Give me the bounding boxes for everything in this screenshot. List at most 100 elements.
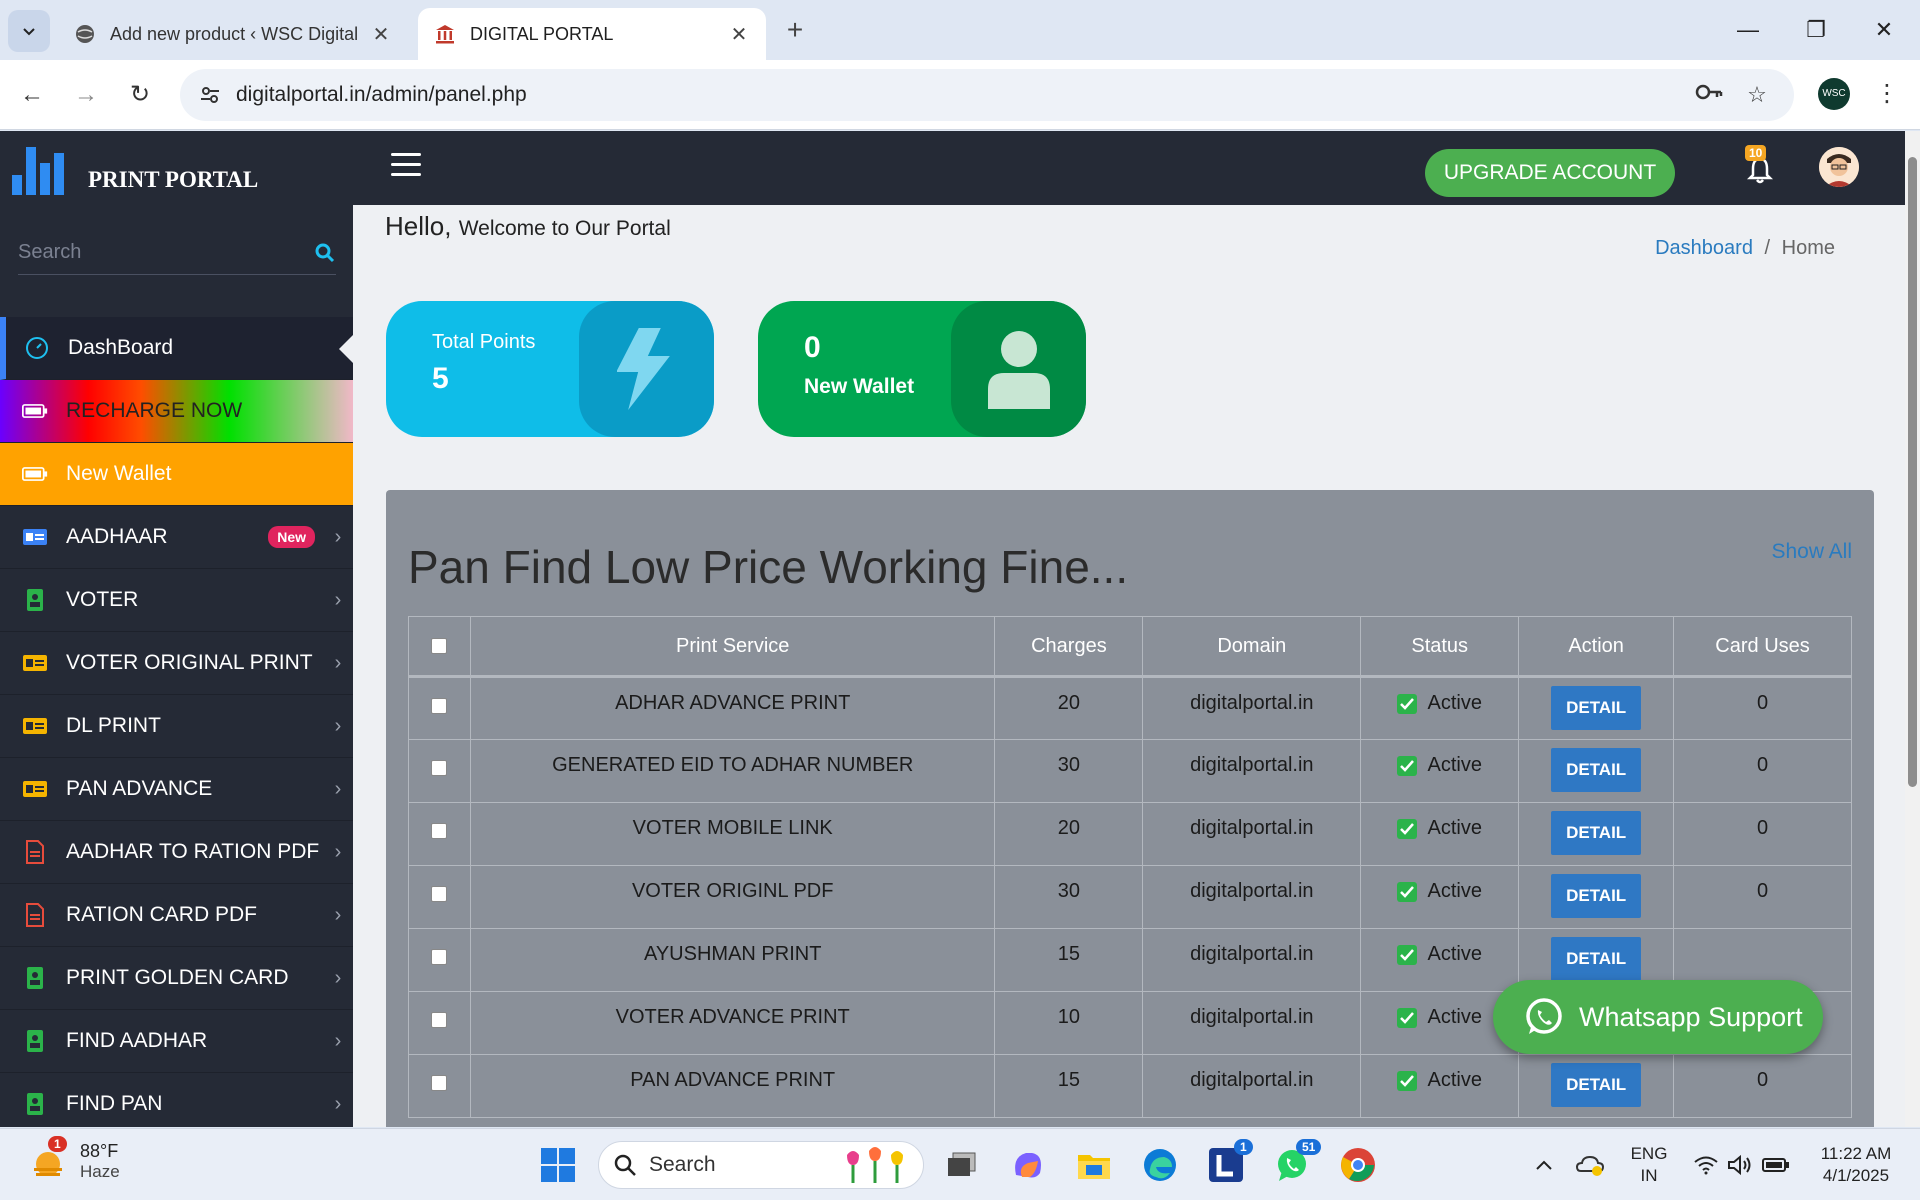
breadcrumb-dashboard-link[interactable]: Dashboard: [1655, 237, 1753, 259]
close-icon[interactable]: ✕: [728, 22, 750, 47]
new-wallet-card[interactable]: 0 New Wallet: [758, 301, 1086, 437]
close-icon[interactable]: ✕: [370, 22, 392, 47]
reload-icon[interactable]: ↻: [122, 77, 158, 113]
column-header[interactable]: Card Uses: [1673, 616, 1852, 678]
hamburger-menu-icon[interactable]: [391, 153, 421, 177]
tab-title: DIGITAL PORTAL: [470, 23, 614, 44]
sidebar-search-input[interactable]: [18, 241, 314, 264]
password-key-icon[interactable]: [1692, 78, 1726, 112]
file-explorer-icon[interactable]: [1072, 1143, 1116, 1187]
charges-cell: 15: [994, 928, 1144, 992]
column-header[interactable]: Print Service: [469, 616, 996, 678]
sidebar-item-label: DL PRINT: [66, 714, 161, 737]
detail-button[interactable]: DETAIL: [1551, 937, 1642, 981]
checkmark-icon: [1397, 755, 1418, 776]
copilot-icon[interactable]: [1006, 1143, 1050, 1187]
sidebar-item-print-golden-card[interactable]: PRINT GOLDEN CARD ›: [0, 947, 353, 1010]
bookmark-star-icon[interactable]: ☆: [1740, 78, 1774, 112]
browser-menu-icon[interactable]: ⋮: [1872, 78, 1902, 112]
edge-browser-icon[interactable]: [1138, 1143, 1182, 1187]
forward-icon[interactable]: →: [68, 77, 104, 113]
row-checkbox[interactable]: [431, 1012, 448, 1028]
detail-button[interactable]: DETAIL: [1551, 874, 1642, 918]
detail-button[interactable]: DETAIL: [1551, 811, 1642, 855]
logo[interactable]: PRINT PORTAL: [0, 131, 353, 205]
sidebar-item-aadhaar[interactable]: AADHAAR New ›: [0, 506, 353, 569]
tab-search-button[interactable]: [8, 10, 50, 52]
windows-start-icon[interactable]: [536, 1143, 580, 1187]
sidebar-item-label: New Wallet: [66, 462, 172, 485]
sidebar-item-new-wallet[interactable]: New Wallet: [0, 443, 353, 506]
row-checkbox[interactable]: [431, 949, 448, 965]
detail-button[interactable]: DETAIL: [1551, 748, 1642, 792]
domain-cell: digitalportal.in: [1142, 1054, 1362, 1118]
checkmark-icon: [1397, 818, 1418, 839]
chevron-right-icon: ›: [334, 714, 342, 737]
status-cell: Active: [1360, 1054, 1520, 1118]
taskbar-search[interactable]: Search: [598, 1141, 924, 1189]
sidebar-item-voter-original-print[interactable]: VOTER ORIGINAL PRINT ›: [0, 632, 353, 695]
sidebar-item-find-pan[interactable]: FIND PAN ›: [0, 1073, 353, 1127]
upgrade-account-button[interactable]: UPGRADE ACCOUNT: [1425, 149, 1675, 197]
table-row: ADHAR ADVANCE PRINT 20 digitalportal.in Act…: [408, 676, 1852, 740]
column-header[interactable]: Charges: [994, 616, 1144, 678]
charges-cell: 30: [994, 739, 1144, 803]
whatsapp-support-button[interactable]: Whatsapp Support: [1493, 980, 1823, 1054]
scrollbar-thumb[interactable]: [1908, 157, 1917, 787]
sidebar-item-recharge-now[interactable]: RECHARGE NOW: [0, 380, 353, 443]
column-header[interactable]: Domain: [1142, 616, 1362, 678]
domain-cell: digitalportal.in: [1142, 991, 1362, 1055]
onedrive-warning-icon[interactable]: [1568, 1143, 1612, 1187]
profile-avatar[interactable]: WSC: [1818, 78, 1850, 110]
sidebar-item-voter[interactable]: VOTER ›: [0, 569, 353, 632]
notification-count-badge: 10: [1745, 145, 1767, 161]
sidebar-item-label: RECHARGE NOW: [66, 399, 243, 422]
restore-icon[interactable]: ❐: [1794, 12, 1838, 48]
tab-digital-portal[interactable]: DIGITAL PORTAL ✕: [418, 8, 766, 60]
clock[interactable]: 11:22 AM 4/1/2025: [1806, 1143, 1906, 1187]
row-checkbox[interactable]: [431, 886, 448, 902]
checkmark-icon: [1397, 1007, 1418, 1028]
task-view-icon[interactable]: [940, 1143, 984, 1187]
user-avatar[interactable]: [1819, 147, 1859, 187]
search-icon[interactable]: [314, 242, 336, 264]
row-checkbox[interactable]: [431, 1075, 448, 1091]
sidebar-item-pan-advance[interactable]: PAN ADVANCE ›: [0, 758, 353, 821]
sidebar-item-find-aadhar[interactable]: FIND AADHAR ›: [0, 1010, 353, 1073]
weather-widget[interactable]: 1 88°F Haze: [28, 1135, 120, 1182]
column-header[interactable]: Action: [1518, 616, 1675, 678]
row-checkbox[interactable]: [431, 698, 448, 714]
sidebar-item-ration-card-pdf[interactable]: RATION CARD PDF ›: [0, 884, 353, 947]
address-bar[interactable]: digitalportal.in/admin/panel.php: [180, 69, 1794, 121]
whatsapp-app-icon[interactable]: 51: [1270, 1139, 1322, 1187]
new-wallet-label: New Wallet: [804, 375, 915, 398]
select-all-checkbox[interactable]: [431, 638, 448, 654]
app-badge: 1: [1234, 1139, 1253, 1155]
chevron-up-icon[interactable]: [1522, 1143, 1566, 1187]
column-header[interactable]: Status: [1360, 616, 1520, 678]
tab-add-new-product[interactable]: Add new product ‹ WSC Digital ✕: [58, 8, 408, 60]
battery-status-icon[interactable]: [1754, 1143, 1798, 1187]
l-app-icon[interactable]: 1: [1204, 1139, 1253, 1187]
minimize-icon[interactable]: —: [1726, 12, 1770, 48]
new-tab-button[interactable]: +: [778, 14, 812, 48]
total-points-card[interactable]: Total Points 5: [386, 301, 714, 437]
close-window-icon[interactable]: ✕: [1862, 12, 1906, 48]
page-scrollbar[interactable]: [1905, 131, 1920, 1127]
site-settings-icon[interactable]: [194, 79, 226, 111]
detail-button[interactable]: DETAIL: [1551, 1063, 1642, 1107]
back-icon[interactable]: ←: [14, 77, 50, 113]
row-checkbox[interactable]: [431, 760, 448, 776]
id-card-icon: [22, 650, 48, 676]
card-uses-cell: 0: [1673, 739, 1852, 803]
language-indicator[interactable]: ENG IN: [1624, 1143, 1674, 1187]
weather-badge: 1: [48, 1135, 67, 1152]
chrome-icon[interactable]: [1336, 1143, 1380, 1187]
sidebar-item-dl-print[interactable]: DL PRINT ›: [0, 695, 353, 758]
row-checkbox[interactable]: [431, 823, 448, 839]
detail-button[interactable]: DETAIL: [1551, 686, 1642, 730]
sidebar-item-label: RATION CARD PDF: [66, 903, 257, 926]
sidebar-item-aadhar-to-ration-pdf[interactable]: AADHAR TO RATION PDF ›: [0, 821, 353, 884]
sidebar-item-dashboard[interactable]: DashBoard: [0, 317, 353, 380]
show-all-link[interactable]: Show All: [1771, 540, 1852, 564]
